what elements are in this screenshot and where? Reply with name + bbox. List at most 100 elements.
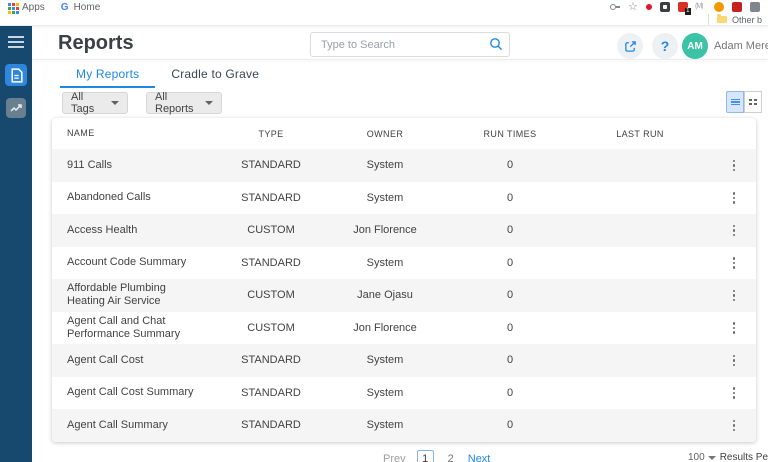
report-run-times: 0 — [440, 192, 580, 204]
chevron-down-icon — [205, 101, 213, 105]
browser-chrome: Apps Home 1 Other b — [0, 0, 768, 26]
avatar[interactable]: AM — [682, 33, 708, 59]
tab-my-reports[interactable]: My Reports — [60, 63, 155, 85]
search-input[interactable] — [310, 32, 510, 57]
table-body: 911 Calls STANDARD System 0 Abandoned Ca… — [52, 149, 756, 442]
table-row[interactable]: Agent Call Summary STANDARD System 0 — [52, 409, 756, 442]
table-row[interactable]: Access Health CUSTOM Jon Florence 0 — [52, 214, 756, 247]
cast-icon[interactable] — [696, 2, 706, 12]
page-button-2[interactable]: 2 — [445, 452, 457, 462]
page-button-1[interactable]: 1 — [417, 450, 434, 462]
report-type: STANDARD — [212, 192, 330, 204]
sidebar-item-reports[interactable] — [5, 64, 27, 86]
open-external-button[interactable] — [617, 33, 643, 59]
help-button[interactable]: ? — [652, 33, 678, 59]
row-menu-button[interactable] — [730, 157, 739, 175]
list-view-button[interactable] — [726, 91, 744, 113]
report-run-times: 0 — [440, 257, 580, 269]
row-menu-button[interactable] — [730, 417, 739, 435]
grid-icon — [749, 99, 757, 105]
table-header: NAME TYPE OWNER RUN TIMES LAST RUN — [52, 118, 756, 149]
row-menu-button[interactable] — [730, 352, 739, 370]
header-divider — [32, 59, 768, 60]
external-link-icon — [624, 40, 637, 53]
table-row[interactable]: Agent Call Cost STANDARD System 0 — [52, 344, 756, 377]
assistant-icon[interactable] — [714, 2, 724, 12]
report-name: Agent Call Cost Summary — [52, 383, 212, 402]
report-type: STANDARD — [212, 257, 330, 269]
row-menu-button[interactable] — [730, 254, 739, 272]
report-type: STANDARD — [212, 354, 330, 366]
row-menu-button[interactable] — [730, 287, 739, 305]
main-content: Reports ? AM Adam Meredith My Reports Cr… — [32, 26, 768, 462]
bookmark-apps[interactable]: Apps — [8, 2, 45, 13]
column-header-type[interactable]: TYPE — [212, 129, 330, 139]
report-type: CUSTOM — [212, 322, 330, 334]
column-header-name[interactable]: NAME — [52, 124, 212, 143]
bookmark-home-label: Home — [74, 2, 101, 13]
page-size-dropdown[interactable]: 100 — [688, 452, 716, 462]
report-owner: System — [330, 387, 440, 399]
view-toggle — [726, 91, 762, 113]
report-run-times: 0 — [440, 419, 580, 431]
key-icon[interactable] — [610, 2, 620, 12]
other-bookmarks[interactable]: Other b — [708, 14, 762, 25]
next-page-button[interactable]: Next — [468, 453, 491, 462]
avatar-initials: AM — [687, 41, 703, 52]
table-row[interactable]: Agent Call and Chat Performance Summary … — [52, 312, 756, 345]
table-row[interactable]: Account Code Summary STANDARD System 0 — [52, 247, 756, 280]
prev-page-button[interactable]: Prev — [383, 453, 406, 462]
apps-grid-icon — [8, 3, 11, 6]
report-name: Agent Call and Chat Performance Summary — [52, 312, 212, 344]
reports-filter-dropdown[interactable]: All Reports — [146, 92, 222, 114]
page-buttons: 12 — [417, 450, 457, 462]
trend-chart-icon — [10, 102, 22, 114]
pagination: Prev 12 Next — [383, 450, 490, 462]
bookmark-home[interactable]: Home — [61, 2, 100, 13]
star-icon[interactable] — [628, 2, 638, 12]
bookmark-apps-label: Apps — [22, 2, 45, 13]
row-menu-button[interactable] — [730, 384, 739, 402]
tab-cradle-to-grave[interactable]: Cradle to Grave — [155, 63, 275, 85]
report-owner: Jane Ojasu — [330, 289, 440, 301]
extension-icons: 1 — [610, 2, 760, 12]
opera-icon[interactable] — [646, 4, 652, 10]
report-type: STANDARD — [212, 419, 330, 431]
tab-bar: My Reports Cradle to Grave — [60, 63, 275, 85]
screenshot-icon[interactable] — [750, 2, 760, 12]
page-title: Reports — [58, 32, 134, 55]
report-name: Agent Call Cost — [52, 351, 212, 370]
search-icon[interactable] — [489, 37, 503, 51]
search-box — [310, 32, 510, 57]
table-row[interactable]: Affordable Plumbing Heating Air Service … — [52, 279, 756, 312]
bookmarks-bar: Apps Home — [8, 2, 100, 13]
row-menu-button[interactable] — [730, 319, 739, 337]
report-name: Affordable Plumbing Heating Air Service — [52, 279, 212, 311]
column-header-run-times[interactable]: RUN TIMES — [440, 129, 580, 139]
report-name: 911 Calls — [52, 156, 212, 175]
report-run-times: 0 — [440, 224, 580, 236]
row-menu-button[interactable] — [730, 189, 739, 207]
tags-filter-dropdown[interactable]: All Tags — [62, 92, 128, 114]
report-type: CUSTOM — [212, 224, 330, 236]
column-header-last-run[interactable]: LAST RUN — [580, 129, 700, 139]
menu-icon[interactable] — [8, 36, 24, 48]
pdf-icon[interactable] — [732, 2, 742, 12]
table-row[interactable]: Abandoned Calls STANDARD System 0 — [52, 182, 756, 215]
tags-filter-value: All Tags — [71, 91, 105, 115]
shield-icon[interactable] — [660, 2, 670, 12]
report-name: Agent Call Summary — [52, 416, 212, 435]
report-type: CUSTOM — [212, 289, 330, 301]
extensions-icon[interactable]: 1 — [678, 2, 688, 12]
row-menu-button[interactable] — [730, 222, 739, 240]
grid-view-button[interactable] — [744, 91, 762, 113]
table-row[interactable]: 911 Calls STANDARD System 0 — [52, 149, 756, 182]
report-run-times: 0 — [440, 289, 580, 301]
reports-filter-value: All Reports — [155, 91, 199, 115]
table-row[interactable]: Agent Call Cost Summary STANDARD System … — [52, 377, 756, 410]
google-g-icon — [61, 2, 69, 13]
report-owner: System — [330, 354, 440, 366]
column-header-owner[interactable]: OWNER — [330, 129, 440, 139]
report-owner: System — [330, 192, 440, 204]
sidebar-item-analytics[interactable] — [6, 98, 26, 118]
